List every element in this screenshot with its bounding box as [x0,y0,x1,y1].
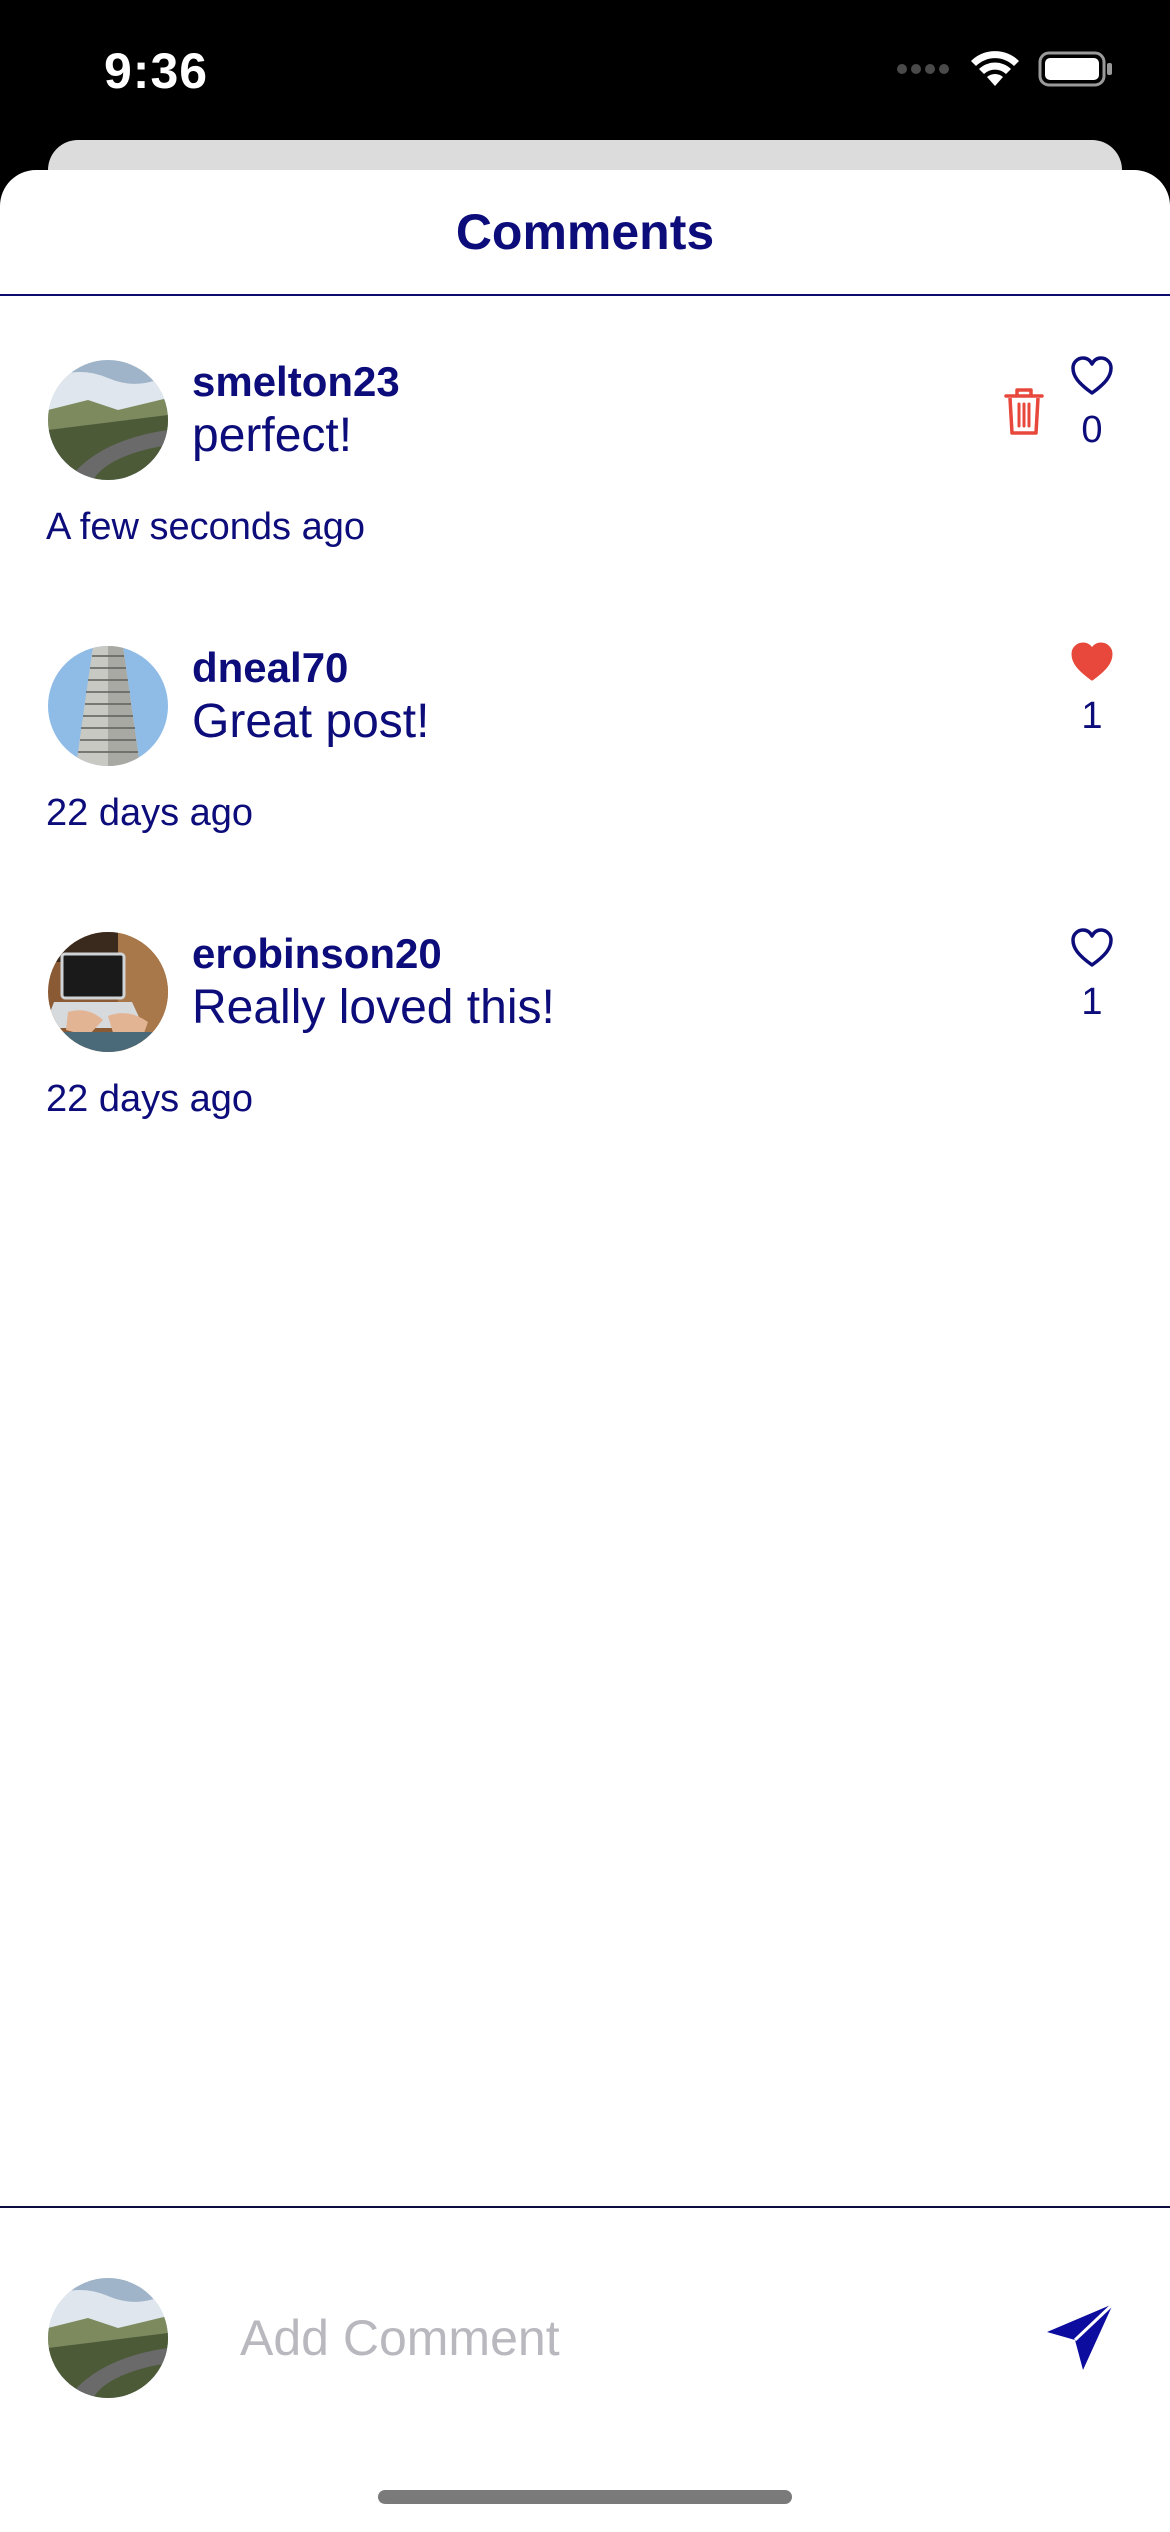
screen: 9:36 Comments smelton23 perfect! A few s… [0,0,1170,2532]
avatar[interactable] [48,932,168,1052]
comment-input[interactable] [240,2298,1000,2378]
like-button[interactable] [1070,642,1114,686]
laptop-avatar-icon [48,932,168,1052]
like-control: 0 [1062,356,1122,452]
comment-item: erobinson20 Really loved this! 22 days a… [0,918,1170,1158]
heart-filled-icon [1071,642,1113,681]
like-button[interactable] [1070,356,1114,400]
heart-outline-icon [1071,928,1113,967]
comment-item: dneal70 Great post! 22 days ago 1 [0,632,1170,872]
delete-button[interactable] [1000,384,1048,443]
comments-sheet: Comments smelton23 perfect! A few second… [0,170,1170,2532]
comment-text: Great post! [192,695,430,748]
like-count: 1 [1081,695,1103,737]
page-title: Comments [455,204,715,260]
comment-username[interactable]: dneal70 [192,644,348,692]
like-control: 1 [1062,642,1122,738]
comment-item: smelton23 perfect! A few seconds ago 0 [0,346,1170,586]
comment-username[interactable]: smelton23 [192,358,400,406]
like-count: 1 [1081,981,1103,1023]
mountain-road-avatar-icon [48,360,168,480]
trash-icon [1004,388,1044,435]
like-control: 1 [1062,928,1122,1024]
avatar[interactable] [48,360,168,480]
sheet-header: Comments [0,170,1170,296]
home-indicator[interactable] [378,2490,792,2504]
send-button[interactable] [1040,2298,1120,2378]
status-bar: 9:36 [0,0,1170,150]
avatar[interactable] [48,646,168,766]
heart-outline-icon [1071,356,1113,395]
signal-icon [897,64,949,74]
comment-timestamp: 22 days ago [46,792,254,834]
comment-username[interactable]: erobinson20 [192,930,442,978]
current-user-avatar [48,2278,168,2398]
like-count: 0 [1081,409,1103,451]
wifi-icon [971,51,1019,86]
comment-timestamp: 22 days ago [46,1078,254,1120]
comment-composer [0,2206,1170,2532]
like-button[interactable] [1070,928,1114,972]
comment-timestamp: A few seconds ago [46,506,365,548]
battery-icon [1038,51,1112,87]
status-time: 9:36 [104,43,209,99]
send-icon [1047,2302,1115,2370]
skyscraper-avatar-icon [48,646,168,766]
mountain-road-avatar-icon [48,2278,168,2398]
comment-text: perfect! [192,409,353,462]
status-icons [896,50,1114,88]
comment-text: Really loved this! [192,981,555,1034]
